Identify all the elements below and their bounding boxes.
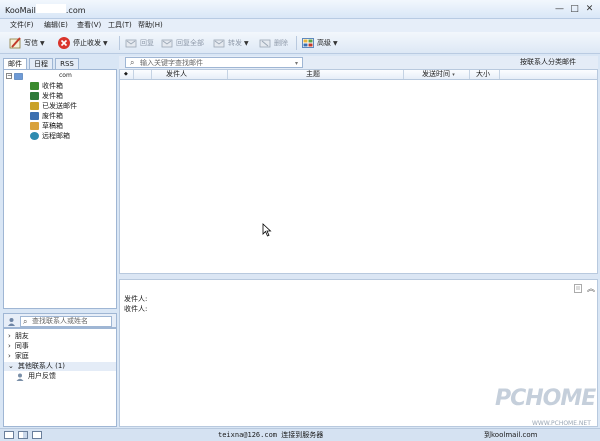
redacted-email <box>35 4 66 13</box>
chevron-down-icon[interactable]: ▼ <box>40 40 45 47</box>
layout-icon[interactable] <box>4 431 14 439</box>
menu-edit[interactable]: 编辑(E) <box>42 20 70 31</box>
toolbar: 写信 ▼ 停止收发 ▼ 回复 回复全部 转发 ▼ 删除 高级 ▼ <box>0 32 600 54</box>
chevron-down-icon[interactable]: ▾ <box>295 59 298 68</box>
column-size[interactable]: 大小 <box>470 70 500 79</box>
grid-icon <box>302 38 314 48</box>
delete-button[interactable]: 删除 <box>258 35 288 51</box>
toolbar-divider <box>119 36 120 50</box>
chevron-down-icon[interactable]: ▼ <box>333 40 338 47</box>
stop-sync-button[interactable]: 停止收发 ▼ <box>57 35 108 51</box>
folder-inbox[interactable]: 收件箱 <box>30 81 63 91</box>
title-bar: KooMail .com — □ ✕ <box>0 0 600 19</box>
document-icon[interactable] <box>574 284 582 293</box>
drafts-icon <box>30 122 39 130</box>
reply-all-icon <box>161 39 173 48</box>
chevron-down-icon: ⌄ <box>8 362 14 370</box>
chevron-right-icon: › <box>8 342 11 350</box>
reply-icon <box>125 39 137 48</box>
mail-list-header: ◆ 发件人 主题 发送时间 ▾ 大小 <box>119 69 598 80</box>
stop-icon <box>58 37 70 49</box>
collapse-up-icon[interactable]: ︽ <box>587 283 595 294</box>
toolbar-divider <box>296 36 297 50</box>
search-icon: ⌕ <box>23 317 28 326</box>
sent-icon <box>30 102 39 110</box>
window-title: KooMail .com <box>5 4 86 15</box>
folder-trash[interactable]: 废件箱 <box>30 111 63 121</box>
mail-search-input[interactable]: ⌕ 输入关键字查找邮件 ▾ <box>125 57 303 68</box>
forward-button[interactable]: 转发 ▼ <box>212 35 249 51</box>
columns-icon[interactable] <box>32 431 42 439</box>
contact-group-friends[interactable]: › 朋友 <box>8 332 29 341</box>
column-attachment[interactable] <box>134 70 152 79</box>
menu-bar: 文件(F) 编辑(E) 查看(V) 工具(T) 帮助(H) <box>0 19 600 32</box>
contact-group-others[interactable]: ⌄ 其他联系人 (1) <box>4 362 116 371</box>
contact-group-colleagues[interactable]: › 同事 <box>8 342 29 351</box>
pchome-watermark: PCHOME <box>495 386 596 411</box>
collapse-icon[interactable]: − <box>6 73 12 79</box>
contact-search-bar: ⌕ 查找联系人或姓名 <box>3 313 117 328</box>
status-bar: teixna@126.com 连接到服务器 到koolmail.com <box>0 428 600 441</box>
reply-button[interactable]: 回复 <box>124 35 154 51</box>
status-text: teixna@126.com 连接到服务器 <box>218 431 324 439</box>
chevron-right-icon: › <box>8 352 11 360</box>
split-view-icon[interactable] <box>18 431 28 439</box>
preview-to-label: 收件人: <box>124 305 148 313</box>
forward-icon <box>213 39 225 48</box>
close-button[interactable]: ✕ <box>582 3 597 15</box>
compose-button[interactable]: 写信 ▼ <box>8 35 45 51</box>
trash-icon <box>30 112 39 120</box>
account-icon <box>14 72 23 80</box>
column-date[interactable]: 发送时间 ▾ <box>404 70 470 79</box>
menu-tools[interactable]: 工具(T) <box>106 20 134 31</box>
advanced-button[interactable]: 高级 ▼ <box>301 35 338 51</box>
contact-list: › 朋友 › 同事 › 家庭 ⌄ 其他联系人 (1) 用户反馈 <box>3 328 117 427</box>
column-flag[interactable]: ◆ <box>120 70 134 79</box>
compose-icon <box>9 37 21 49</box>
chevron-down-icon[interactable]: ▼ <box>244 40 249 47</box>
watermark-url: WWW.PCHOME.NET <box>532 420 591 427</box>
menu-view[interactable]: 查看(V) <box>75 20 103 31</box>
cursor-icon <box>262 223 272 237</box>
maximize-button[interactable]: □ <box>567 3 582 15</box>
menu-file[interactable]: 文件(F) <box>8 20 36 31</box>
status-right: 到koolmail.com <box>484 431 538 439</box>
folder-tree: − com 收件箱 发件箱 已发送邮件 废件箱 草稿箱 远程邮箱 <box>3 69 117 309</box>
account-node[interactable]: − com <box>6 71 72 81</box>
search-icon: ⌕ <box>130 58 135 67</box>
folder-remote[interactable]: 远程邮箱 <box>30 131 70 141</box>
column-sender[interactable]: 发件人 <box>152 70 228 79</box>
menu-help[interactable]: 帮助(H) <box>136 20 165 31</box>
mail-list[interactable] <box>119 80 598 274</box>
folder-sent[interactable]: 已发送邮件 <box>30 101 77 111</box>
contact-group-family[interactable]: › 家庭 <box>8 352 29 361</box>
contacts-icon <box>8 318 15 326</box>
reply-all-button[interactable]: 回复全部 <box>160 35 204 51</box>
chevron-down-icon[interactable]: ▼ <box>103 40 108 47</box>
delete-icon <box>259 39 271 48</box>
remote-icon <box>30 132 39 140</box>
group-by-contact-link[interactable]: 按联系人分类邮件 <box>520 57 576 67</box>
minimize-button[interactable]: — <box>552 3 567 15</box>
contact-search-input[interactable]: ⌕ 查找联系人或姓名 <box>20 316 112 327</box>
preview-from-label: 发件人: <box>124 295 148 303</box>
outbox-icon <box>30 92 39 100</box>
contact-item[interactable]: 用户反馈 <box>16 372 56 381</box>
folder-drafts[interactable]: 草稿箱 <box>30 121 63 131</box>
sort-icon: ▾ <box>452 72 455 78</box>
inbox-icon <box>30 82 39 90</box>
user-icon <box>16 373 24 381</box>
chevron-right-icon: › <box>8 332 11 340</box>
folder-outbox[interactable]: 发件箱 <box>30 91 63 101</box>
redacted-account <box>25 72 59 80</box>
column-subject[interactable]: 主题 <box>228 70 404 79</box>
